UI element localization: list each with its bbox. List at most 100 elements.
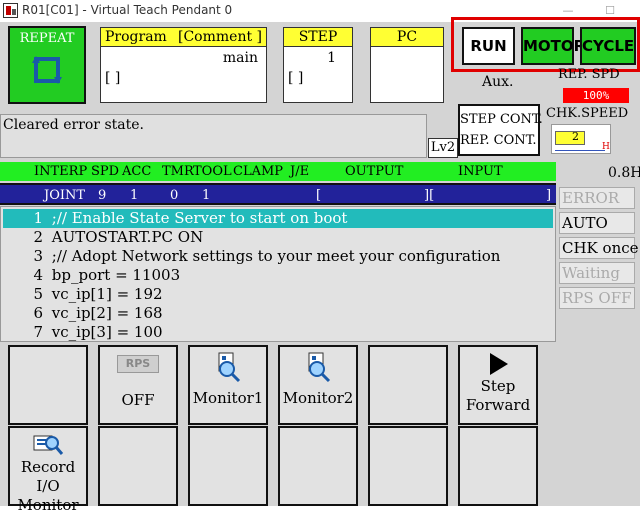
program-header: Program [Comment ] [101,28,266,47]
line-number: 1 [33,209,43,227]
col-acc: ACC [122,164,152,179]
monitor2-label: Monitor2 [282,389,354,407]
step-value: 1 [327,50,336,66]
continuity-box[interactable]: STEP CONT. REP. CONT. [458,104,543,156]
step-forward-label-1: Step [480,377,516,395]
cycle-toggle[interactable]: CYCLE [580,27,636,65]
monitor1-button[interactable]: Monitor1 [188,345,268,425]
col-je: J/E [290,164,310,179]
line-text: bp_port = 11003 [51,266,181,284]
run-toggle[interactable]: RUN [462,27,515,65]
chk-speed-value: 2 [572,130,579,143]
program-line[interactable]: 6 vc_ip[2] = 168 [3,304,553,323]
row-input-left: ][ [424,188,435,203]
comment-label: [Comment ] [178,29,262,45]
function-key-9[interactable] [188,426,268,506]
chk-speed-scale [555,147,605,151]
message-text: Cleared error state. [3,117,144,133]
level-indicator[interactable]: Lv2 [428,138,458,158]
col-tool: TOOL [193,164,232,179]
step-forward-button[interactable]: Step Forward [458,345,538,425]
rps-badge-icon: RPS [117,355,159,373]
motor-toggle[interactable]: MOTOR [521,27,585,65]
row-tool: 1 [202,188,211,203]
step-box[interactable]: STEP 1 [ ] [283,27,353,103]
row-tmr: 0 [170,188,179,203]
function-key-5[interactable] [368,345,448,425]
repeat-label: REPEAT [19,31,75,46]
interp-header: INTERP SPD ACC TMR TOOL CLAMP J/E OUTPUT… [0,162,556,181]
line-text: ;// Enable State Server to start on boot [51,209,348,227]
line-number: 3 [33,247,43,265]
rps-state: OFF [121,391,155,409]
col-spd: SPD [91,164,120,179]
col-tmr: TMR [162,164,194,179]
waiting-status[interactable]: Waiting [559,262,635,284]
rep-spd-label: REP. SPD [558,67,620,82]
chk-once-button[interactable]: CHK once [559,237,639,259]
chk-speed-label: CHK.SPEED [546,106,629,121]
program-line[interactable]: 4 bp_port = 11003 [3,266,553,285]
rps-button[interactable]: RPS OFF [98,345,178,425]
auto-status[interactable]: AUTO [559,212,635,234]
step-bracket: [ ] [288,70,304,86]
monitor-magnifier-icon [308,352,331,383]
timer-value: 0.8H [608,165,640,181]
program-box[interactable]: Program [Comment ] main [ ] [100,27,267,103]
rps-off-status[interactable]: RPS OFF [559,287,635,309]
col-output: OUTPUT [345,164,404,179]
line-number: 6 [33,304,43,322]
line-text: vc_ip[2] = 168 [51,304,163,322]
app-icon [3,3,18,18]
col-input: INPUT [458,164,503,179]
chk-speed-gauge[interactable]: 2 H [551,124,611,154]
monitor1-label: Monitor1 [192,389,264,407]
program-line[interactable]: 7 vc_ip[3] = 100 [3,323,553,342]
function-key-8[interactable] [98,426,178,506]
function-key-10[interactable] [278,426,358,506]
row-interp: JOINT [44,188,86,203]
step-forward-label-2: Forward [465,396,531,414]
line-number: 5 [33,285,43,303]
program-line[interactable]: 1 ;// Enable State Server to start on bo… [3,209,553,228]
col-interp: INTERP [34,164,88,179]
line-text: ;// Adopt Network settings to your meet … [51,247,501,265]
function-key-12[interactable] [458,426,538,506]
monitor2-button[interactable]: Monitor2 [278,345,358,425]
chk-speed-end: H [602,142,610,152]
program-line[interactable]: 5 vc_ip[1] = 192 [3,285,553,304]
record-magnifier-icon [33,435,64,455]
line-text: vc_ip[3] = 100 [51,323,163,341]
row-input-right: ] [546,188,552,203]
record-io-monitor-button[interactable]: Record I/O Monitor [8,426,88,514]
message-box: Cleared error state. [0,114,427,158]
line-text: vc_ip[1] = 192 [51,285,163,303]
repeat-mode-button[interactable]: REPEAT [8,26,86,104]
play-forward-icon [490,353,508,375]
col-clamp: CLAMP [233,164,284,179]
row-output: [ [316,188,322,203]
program-comment: [ ] [105,70,121,86]
function-key-1[interactable] [8,345,88,425]
line-number: 4 [33,266,43,284]
step-cont-label: STEP CONT. [460,112,543,127]
repeat-cycle-icon [32,56,62,84]
record-io-label-1: Record I/O [20,458,76,495]
row-acc: 1 [130,188,139,203]
function-key-11[interactable] [368,426,448,506]
interp-row[interactable]: JOINT 9 1 0 1 [ ][ ] [0,183,556,205]
line-text: AUTOSTART.PC ON [51,228,204,246]
rep-spd-value[interactable]: 100% [563,88,629,103]
program-label: Program [105,29,167,45]
monitor-magnifier-icon [218,352,241,383]
pc-box[interactable]: PC [370,27,444,103]
aux-label[interactable]: Aux. [482,74,513,90]
program-listing[interactable]: 1 ;// Enable State Server to start on bo… [0,206,556,342]
rep-cont-label: REP. CONT. [460,133,537,148]
program-name: main [222,50,258,66]
chk-speed-fill [555,131,585,145]
program-line[interactable]: 3 ;// Adopt Network settings to your mee… [3,247,553,266]
pc-header: PC [371,28,443,47]
program-line[interactable]: 2 AUTOSTART.PC ON [3,228,553,247]
error-status[interactable]: ERROR [559,187,635,209]
